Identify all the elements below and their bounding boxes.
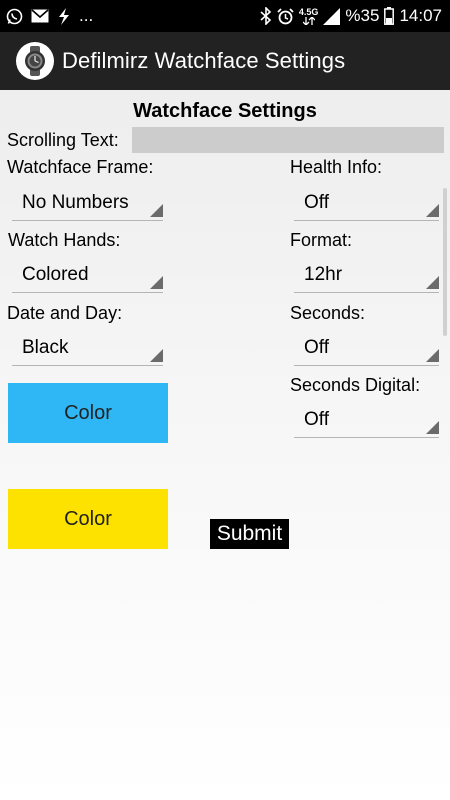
flash-icon [57, 7, 71, 25]
bluetooth-icon [260, 7, 272, 25]
watch-hands-dropdown[interactable]: Colored [12, 257, 163, 293]
dropdown-arrow-icon [150, 276, 163, 289]
format-dropdown[interactable]: 12hr [294, 257, 439, 293]
status-left-icons: ... [6, 6, 93, 26]
format-label: Format: [290, 230, 353, 250]
app-title: Defilmirz Watchface Settings [62, 48, 346, 73]
watch-hands-value: Colored [22, 263, 89, 285]
signal-icon [323, 7, 341, 25]
status-bar: ... 4.5G %35 14:07 [0, 0, 450, 32]
color-button-blue[interactable]: Color [8, 383, 168, 443]
watchface-frame-label: Watchface Frame: [7, 157, 154, 177]
color-button-yellow[interactable]: Color [8, 489, 168, 549]
dropdown-arrow-icon [426, 204, 439, 217]
seconds-value: Off [304, 336, 329, 358]
format-value: 12hr [304, 263, 343, 285]
app-bar: Defilmirz Watchface Settings [0, 32, 450, 90]
submit-button[interactable]: Submit [210, 519, 289, 549]
page-title: Watchface Settings [133, 100, 317, 122]
scrolling-text-input[interactable] [132, 127, 444, 153]
alarm-icon [277, 7, 294, 25]
dropdown-arrow-icon [426, 276, 439, 289]
health-info-label: Health Info: [290, 157, 383, 177]
scrolling-text-label: Scrolling Text: [7, 130, 119, 150]
status-right-icons: 4.5G %35 14:07 [260, 6, 442, 26]
watch-icon [16, 42, 54, 80]
whatsapp-icon [6, 8, 23, 25]
watchface-frame-value: No Numbers [22, 191, 129, 213]
mail-icon [31, 9, 49, 23]
seconds-dropdown[interactable]: Off [294, 330, 439, 366]
date-and-day-label: Date and Day: [7, 303, 123, 323]
network-type: 4.5G [299, 7, 318, 25]
clock-time: 14:07 [399, 6, 442, 25]
seconds-digital-value: Off [304, 408, 329, 430]
seconds-label: Seconds: [290, 303, 366, 323]
seconds-digital-dropdown[interactable]: Off [294, 402, 439, 438]
dropdown-arrow-icon [426, 421, 439, 434]
date-and-day-value: Black [22, 336, 69, 358]
watch-hands-label: Watch Hands: [8, 230, 121, 250]
watchface-frame-dropdown[interactable]: No Numbers [12, 185, 163, 221]
scrollbar-handle[interactable] [443, 188, 447, 336]
dropdown-arrow-icon [150, 349, 163, 362]
dropdown-arrow-icon [150, 204, 163, 217]
health-info-dropdown[interactable]: Off [294, 185, 439, 221]
seconds-digital-label: Seconds Digital: [290, 375, 421, 395]
dropdown-arrow-icon [426, 349, 439, 362]
date-and-day-dropdown[interactable]: Black [12, 330, 163, 366]
battery-icon [384, 7, 395, 25]
more-notifications: ... [79, 6, 94, 25]
battery-percent: %35 [345, 6, 380, 25]
health-info-value: Off [304, 191, 329, 213]
